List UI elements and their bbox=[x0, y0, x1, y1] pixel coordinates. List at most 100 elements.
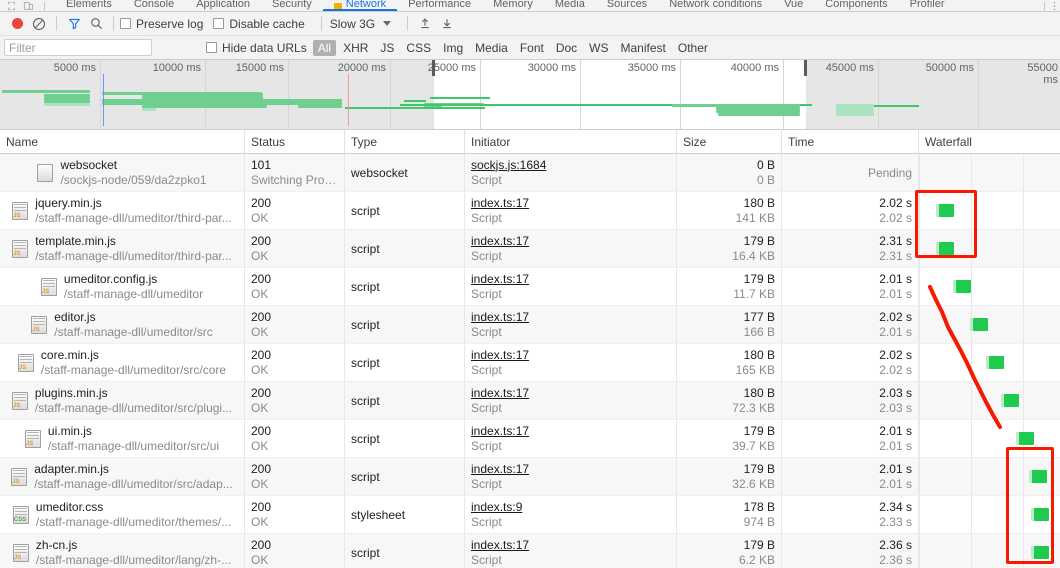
initiator-link[interactable]: index.ts:17 bbox=[471, 462, 670, 477]
waterfall-bar[interactable] bbox=[1034, 508, 1049, 521]
tab-profiler[interactable]: Profiler bbox=[899, 0, 956, 11]
device-toolbar-icon[interactable] bbox=[23, 1, 34, 11]
tab-components[interactable]: Components bbox=[814, 0, 898, 11]
filter-type-media[interactable]: Media bbox=[470, 40, 513, 56]
tab-media[interactable]: Media bbox=[544, 0, 596, 11]
table-row[interactable]: JS ui.min.js/staff-manage-dll/umeditor/sr… bbox=[0, 420, 1060, 458]
column-header-initiator[interactable]: Initiator bbox=[465, 130, 677, 154]
cell-waterfall[interactable] bbox=[919, 306, 1060, 343]
initiator-link[interactable]: index.ts:17 bbox=[471, 538, 670, 553]
cell-waterfall[interactable] bbox=[919, 192, 1060, 229]
hide-data-urls-checkbox[interactable]: Hide data URLs bbox=[206, 41, 307, 55]
overview-selection-handle-left[interactable] bbox=[432, 60, 435, 76]
cell-name[interactable]: JS umeditor.config.js/staff-manage-dll/um… bbox=[0, 268, 245, 305]
filter-type-css[interactable]: CSS bbox=[401, 40, 436, 56]
waterfall-bar[interactable] bbox=[973, 318, 988, 331]
waterfall-bar[interactable] bbox=[1032, 470, 1047, 483]
waterfall-bar[interactable] bbox=[939, 242, 954, 255]
inspect-element-icon[interactable] bbox=[6, 1, 17, 11]
tab-security[interactable]: Security bbox=[261, 0, 323, 11]
cell-name[interactable]: JS template.min.js/staff-manage-dll/umedi… bbox=[0, 230, 245, 267]
dock-controls[interactable] bbox=[0, 1, 55, 11]
table-row[interactable]: CSS umeditor.css/staff-manage-dll/umedito… bbox=[0, 496, 1060, 534]
tab-network[interactable]: Network bbox=[322, 0, 398, 11]
cell-waterfall[interactable] bbox=[919, 534, 1060, 568]
cell-name[interactable]: websocket/sockjs-node/059/da2zpko1 bbox=[0, 154, 245, 191]
table-row[interactable]: JS adapter.min.js/staff-manage-dll/umedit… bbox=[0, 458, 1060, 496]
tab-performance[interactable]: Performance bbox=[397, 0, 482, 11]
initiator-link[interactable]: index.ts:17 bbox=[471, 196, 670, 211]
throttling-select-value[interactable]: Slow 3G bbox=[330, 17, 375, 31]
initiator-link[interactable]: index.ts:17 bbox=[471, 310, 670, 325]
waterfall-bar[interactable] bbox=[956, 280, 971, 293]
initiator-link[interactable]: index.ts:17 bbox=[471, 348, 670, 363]
cell-waterfall[interactable] bbox=[919, 154, 1060, 191]
cell-name[interactable]: JS plugins.min.js/staff-manage-dll/umedit… bbox=[0, 382, 245, 419]
column-header-waterfall[interactable]: Waterfall bbox=[919, 130, 1060, 154]
table-row[interactable]: JS zh-cn.js/staff-manage-dll/umeditor/lan… bbox=[0, 534, 1060, 568]
tab-application[interactable]: Application bbox=[185, 0, 261, 11]
cell-name[interactable]: JS jquery.min.js/staff-manage-dll/umedito… bbox=[0, 192, 245, 229]
preserve-log-checkbox[interactable]: Preserve log bbox=[120, 17, 203, 31]
table-row[interactable]: JS jquery.min.js/staff-manage-dll/umedito… bbox=[0, 192, 1060, 230]
chevron-down-icon[interactable] bbox=[383, 21, 392, 26]
tab-elements[interactable]: Elements bbox=[55, 0, 123, 11]
cell-waterfall[interactable] bbox=[919, 382, 1060, 419]
tab-vue[interactable]: Vue bbox=[773, 0, 814, 11]
waterfall-bar[interactable] bbox=[1034, 546, 1049, 559]
table-row[interactable]: JS plugins.min.js/staff-manage-dll/umedit… bbox=[0, 382, 1060, 420]
table-row[interactable]: websocket/sockjs-node/059/da2zpko1 101 Swi… bbox=[0, 154, 1060, 192]
export-har-button[interactable] bbox=[436, 14, 458, 34]
cell-waterfall[interactable] bbox=[919, 496, 1060, 533]
waterfall-bar[interactable] bbox=[989, 356, 1004, 369]
filter-type-xhr[interactable]: XHR bbox=[338, 40, 373, 56]
filter-type-js[interactable]: JS bbox=[375, 40, 399, 56]
filter-type-ws[interactable]: WS bbox=[584, 40, 613, 56]
cell-waterfall[interactable] bbox=[919, 268, 1060, 305]
cell-waterfall[interactable] bbox=[919, 344, 1060, 381]
filter-input[interactable] bbox=[4, 39, 152, 56]
search-button[interactable] bbox=[85, 14, 107, 34]
disable-cache-checkbox[interactable]: Disable cache bbox=[213, 17, 305, 31]
import-har-button[interactable] bbox=[414, 14, 436, 34]
column-header-type[interactable]: Type bbox=[345, 130, 465, 154]
table-row[interactable]: JS core.min.js/staff-manage-dll/umeditor/… bbox=[0, 344, 1060, 382]
filter-toggle-button[interactable] bbox=[63, 14, 85, 34]
filter-type-doc[interactable]: Doc bbox=[551, 40, 582, 56]
initiator-link[interactable]: index.ts:17 bbox=[471, 386, 670, 401]
cell-name[interactable]: JS adapter.min.js/staff-manage-dll/umedit… bbox=[0, 458, 245, 495]
filter-type-img[interactable]: Img bbox=[438, 40, 468, 56]
waterfall-bar[interactable] bbox=[1004, 394, 1019, 407]
initiator-link[interactable]: index.ts:17 bbox=[471, 272, 670, 287]
tab-console[interactable]: Console bbox=[123, 0, 185, 11]
cell-waterfall[interactable] bbox=[919, 458, 1060, 495]
filter-type-font[interactable]: Font bbox=[515, 40, 549, 56]
tab-network-conditions[interactable]: Network conditions bbox=[658, 0, 773, 11]
more-options-icon[interactable] bbox=[1049, 1, 1060, 11]
waterfall-bar[interactable] bbox=[939, 204, 954, 217]
table-row[interactable]: JS umeditor.config.js/staff-manage-dll/um… bbox=[0, 268, 1060, 306]
overview-selection-handle-right[interactable] bbox=[804, 60, 807, 76]
initiator-link[interactable]: index.ts:17 bbox=[471, 424, 670, 439]
initiator-link[interactable]: index.ts:17 bbox=[471, 234, 670, 249]
column-header-time[interactable]: Time bbox=[782, 130, 919, 154]
cell-waterfall[interactable] bbox=[919, 420, 1060, 457]
filter-type-manifest[interactable]: Manifest bbox=[616, 40, 671, 56]
table-row[interactable]: JS editor.js/staff-manage-dll/umeditor/sr… bbox=[0, 306, 1060, 344]
clear-button[interactable] bbox=[28, 14, 50, 34]
tab-sources[interactable]: Sources bbox=[596, 0, 658, 11]
filter-type-all[interactable]: All bbox=[312, 39, 337, 56]
filter-type-other[interactable]: Other bbox=[673, 40, 713, 56]
network-overview-timeline[interactable]: 5000 ms 10000 ms 15000 ms 20000 ms 25000… bbox=[0, 60, 1060, 130]
initiator-link[interactable]: sockjs.js:1684 bbox=[471, 158, 670, 173]
cell-name[interactable]: JS core.min.js/staff-manage-dll/umeditor/… bbox=[0, 344, 245, 381]
cell-name[interactable]: JS ui.min.js/staff-manage-dll/umeditor/sr… bbox=[0, 420, 245, 457]
record-button[interactable] bbox=[6, 14, 28, 34]
cell-name[interactable]: JS editor.js/staff-manage-dll/umeditor/sr… bbox=[0, 306, 245, 343]
cell-waterfall[interactable] bbox=[919, 230, 1060, 267]
column-header-name[interactable]: Name bbox=[0, 130, 245, 154]
initiator-link[interactable]: index.ts:9 bbox=[471, 500, 670, 515]
column-header-status[interactable]: Status bbox=[245, 130, 345, 154]
cell-name[interactable]: JS zh-cn.js/staff-manage-dll/umeditor/lan… bbox=[0, 534, 245, 568]
waterfall-bar[interactable] bbox=[1019, 432, 1034, 445]
